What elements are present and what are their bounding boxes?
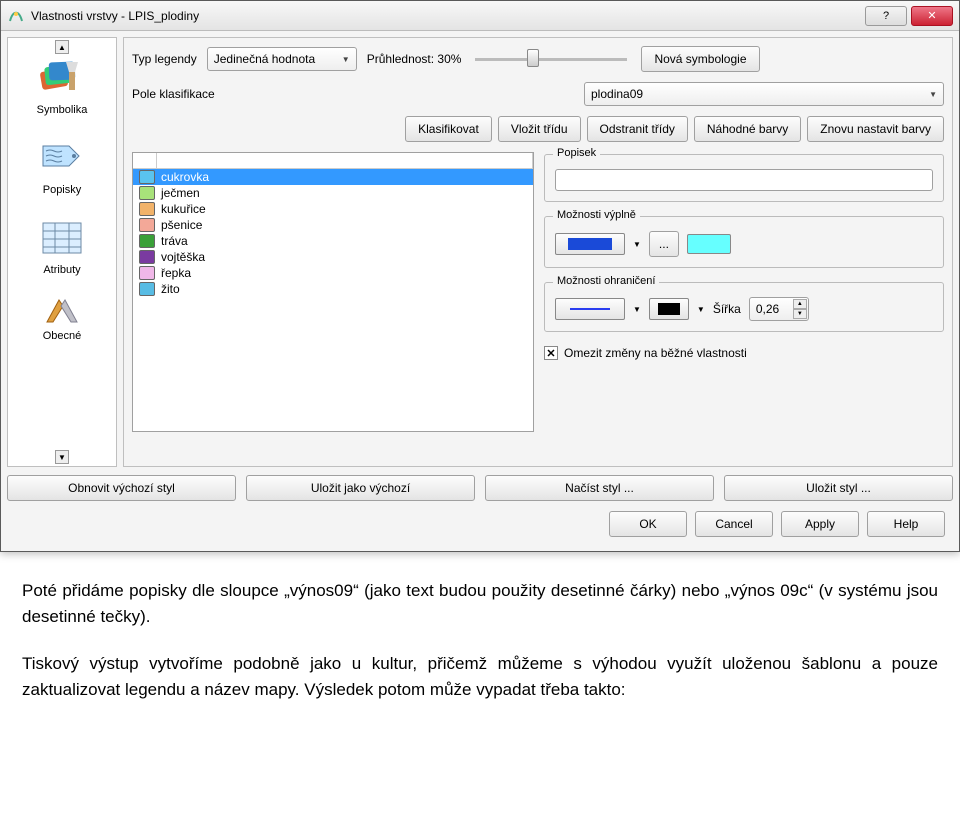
class-color-chip xyxy=(139,282,155,296)
sidebar-item-label: Obecné xyxy=(12,330,112,342)
class-color-chip xyxy=(139,250,155,264)
load-style-button[interactable]: Načíst styl ... xyxy=(485,475,714,501)
fill-preview xyxy=(687,234,731,254)
fill-more-button[interactable]: ... xyxy=(649,231,679,257)
limit-checkbox-row[interactable]: ✕ Omezit změny na běžné vlastnosti xyxy=(544,346,944,360)
outline-group: Možnosti ohraničení ▼ ▼ Šířka xyxy=(544,282,944,332)
popisek-group: Popisek xyxy=(544,154,944,202)
app-icon xyxy=(7,7,25,25)
outline-style-combo[interactable] xyxy=(555,298,625,320)
class-row[interactable]: pšenice xyxy=(133,217,533,233)
class-list[interactable]: cukrovka ječmen kukuřice pšenice tráva vojtěš… xyxy=(132,152,534,432)
sidebar-item-atributy[interactable]: Atributy xyxy=(8,202,116,282)
sidebar-item-popisky[interactable]: Popisky xyxy=(8,122,116,202)
restore-style-button[interactable]: Obnovit výchozí styl xyxy=(7,475,236,501)
fill-color-combo[interactable] xyxy=(555,233,625,255)
chevron-down-icon: ▼ xyxy=(697,305,705,314)
popisek-input[interactable] xyxy=(555,169,933,191)
titlebar: Vlastnosti vrstvy - LPIS_plodiny ? ✕ xyxy=(1,1,959,31)
random-colors-button[interactable]: Náhodné barvy xyxy=(694,116,801,142)
symbology-icon xyxy=(38,56,86,100)
save-style-button[interactable]: Uložit styl ... xyxy=(724,475,953,501)
limit-label: Omezit změny na běžné vlastnosti xyxy=(564,346,747,360)
outline-color-combo[interactable] xyxy=(649,298,689,320)
sidebar-scroll-down[interactable]: ▼ xyxy=(55,450,69,464)
help-button-footer[interactable]: Help xyxy=(867,511,945,537)
sidebar-item-label: Symbolika xyxy=(12,104,112,116)
sidebar: ▲ Symbolika xyxy=(7,37,117,467)
fill-group-title: Možnosti výplně xyxy=(553,209,640,221)
sidebar-scroll-up[interactable]: ▲ xyxy=(55,40,69,54)
legend-type-label: Typ legendy xyxy=(132,52,197,66)
doc-paragraph-2: Tiskový výstup vytvoříme podobně jako u … xyxy=(22,651,938,704)
class-color-chip xyxy=(139,266,155,280)
content-panel: Typ legendy Jedinečná hodnota▼ Průhledno… xyxy=(123,37,953,467)
popisek-group-title: Popisek xyxy=(553,147,600,159)
dialog-window: Vlastnosti vrstvy - LPIS_plodiny ? ✕ ▲ xyxy=(0,0,960,552)
remove-classes-button[interactable]: Odstranit třídy xyxy=(587,116,688,142)
transparency-label: Průhlednost: 30% xyxy=(367,52,462,66)
class-label: žito xyxy=(161,282,180,296)
width-spinner[interactable]: 0,26 ▲▼ xyxy=(749,297,809,321)
class-row[interactable]: kukuřice xyxy=(133,201,533,217)
class-label: vojtěška xyxy=(161,250,205,264)
window-title: Vlastnosti vrstvy - LPIS_plodiny xyxy=(31,9,865,23)
new-symbology-button[interactable]: Nová symbologie xyxy=(641,46,759,72)
class-field-combo[interactable]: plodina09▼ xyxy=(584,82,944,106)
cancel-button[interactable]: Cancel xyxy=(695,511,773,537)
chevron-down-icon: ▼ xyxy=(633,240,641,249)
class-label: kukuřice xyxy=(161,202,206,216)
transparency-slider[interactable] xyxy=(471,49,631,69)
checkbox-icon: ✕ xyxy=(544,346,558,360)
width-label: Šířka xyxy=(713,302,741,316)
class-label: tráva xyxy=(161,234,188,248)
classify-button[interactable]: Klasifikovat xyxy=(405,116,492,142)
dialog-footer: OK Cancel Apply Help xyxy=(7,501,953,545)
fill-group: Možnosti výplně ▼ ... xyxy=(544,216,944,268)
class-color-chip xyxy=(139,186,155,200)
sidebar-item-label: Atributy xyxy=(12,264,112,276)
outline-group-title: Možnosti ohraničení xyxy=(553,275,659,287)
class-color-chip xyxy=(139,218,155,232)
sidebar-item-symbolika[interactable]: Symbolika xyxy=(8,42,116,122)
class-label: cukrovka xyxy=(161,170,209,184)
sidebar-item-obecne[interactable]: Obecné xyxy=(8,282,116,342)
class-field-label: Pole klasifikace xyxy=(132,87,262,101)
attributes-icon xyxy=(38,216,86,260)
sidebar-item-label: Popisky xyxy=(12,184,112,196)
document-text: Poté přidáme popisky dle sloupce „výnos0… xyxy=(0,552,960,733)
class-row[interactable]: tráva xyxy=(133,233,533,249)
save-default-style-button[interactable]: Uložit jako výchozí xyxy=(246,475,475,501)
dialog-body: ▲ Symbolika xyxy=(1,31,959,551)
class-row[interactable]: žito xyxy=(133,281,533,297)
class-label: ječmen xyxy=(161,186,200,200)
class-row[interactable]: vojtěška xyxy=(133,249,533,265)
class-color-chip xyxy=(139,170,155,184)
chevron-down-icon: ▼ xyxy=(633,305,641,314)
class-row[interactable]: ječmen xyxy=(133,185,533,201)
close-button[interactable]: ✕ xyxy=(911,6,953,26)
class-label: pšenice xyxy=(161,218,202,232)
class-color-chip xyxy=(139,202,155,216)
class-detail: Popisek Možnosti výplně ▼ ... xyxy=(544,152,944,432)
reset-colors-button[interactable]: Znovu nastavit barvy xyxy=(807,116,944,142)
general-icon xyxy=(38,296,86,326)
legend-type-combo[interactable]: Jedinečná hodnota▼ xyxy=(207,47,357,71)
apply-button[interactable]: Apply xyxy=(781,511,859,537)
class-row[interactable]: cukrovka xyxy=(133,169,533,185)
ok-button[interactable]: OK xyxy=(609,511,687,537)
class-row[interactable]: řepka xyxy=(133,265,533,281)
doc-paragraph-1: Poté přidáme popisky dle sloupce „výnos0… xyxy=(22,578,938,631)
labels-icon xyxy=(38,136,86,180)
add-class-button[interactable]: Vložit třídu xyxy=(498,116,581,142)
class-label: řepka xyxy=(161,266,191,280)
help-button[interactable]: ? xyxy=(865,6,907,26)
class-color-chip xyxy=(139,234,155,248)
